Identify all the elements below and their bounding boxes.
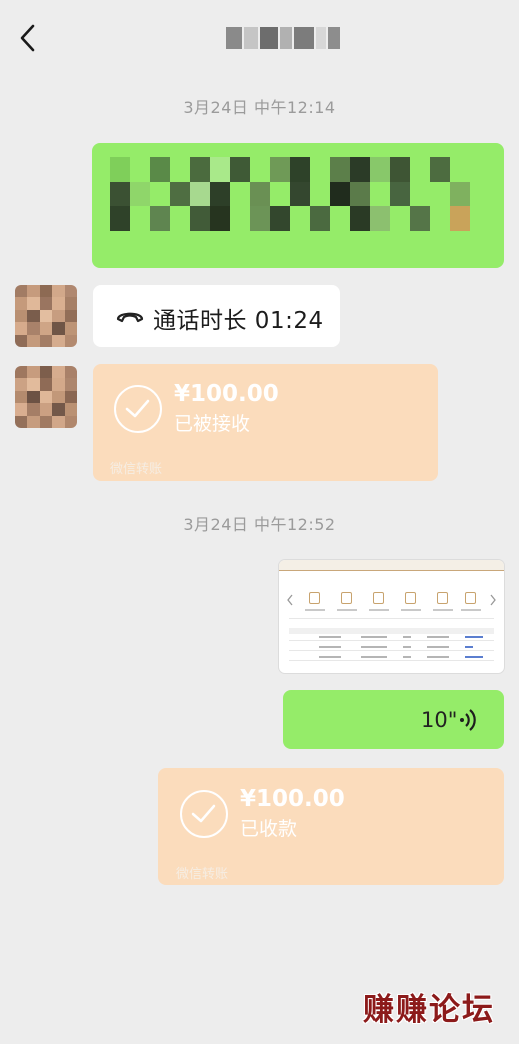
chevron-left-icon — [20, 24, 35, 52]
tool-icon — [341, 592, 352, 604]
contact-avatar[interactable] — [15, 285, 77, 347]
back-button[interactable] — [14, 20, 42, 56]
call-duration-text: 通话时长 01:24 — [153, 308, 324, 334]
call-record-message[interactable]: 通话时长 01:24 — [93, 285, 340, 347]
tool-icon — [437, 592, 448, 604]
transfer-status: 已被接收 — [174, 413, 251, 435]
message-timestamp: 3月24日 中午12:14 — [183, 98, 336, 117]
transfer-footer-label: 微信转账 — [176, 867, 229, 882]
sent-voice-message[interactable]: 10" — [283, 690, 504, 749]
transfer-amount: ¥100.00 — [174, 381, 279, 407]
transfer-footer-label: 微信转账 — [110, 462, 163, 477]
sent-text-message-redacted[interactable] — [92, 143, 504, 268]
message-timestamp: 3月24日 中午12:52 — [183, 515, 336, 534]
tool-icon — [373, 592, 384, 604]
check-circle-icon — [114, 385, 162, 433]
check-circle-icon — [180, 790, 228, 838]
contact-avatar[interactable] — [15, 366, 77, 428]
chat-header — [0, 0, 519, 78]
phone-hangup-icon — [116, 312, 144, 323]
voice-wave-icon — [460, 709, 476, 731]
sent-image-message[interactable] — [279, 560, 504, 673]
forum-watermark: 赚赚论坛 — [363, 992, 495, 1028]
redacted-text-mosaic — [110, 157, 490, 255]
tool-icon — [309, 592, 320, 604]
chat-title-redacted — [226, 24, 356, 52]
chevron-left-icon — [287, 594, 293, 606]
tool-icon — [405, 592, 416, 604]
tool-icon — [465, 592, 476, 604]
chevron-right-icon — [490, 594, 496, 606]
transfer-amount: ¥100.00 — [240, 786, 345, 812]
transfer-sent-card[interactable]: ¥100.00 已收款 微信转账 — [158, 768, 504, 885]
voice-duration: 10" — [421, 708, 458, 732]
transfer-received-card[interactable]: ¥100.00 已被接收 微信转账 — [93, 364, 438, 481]
image-header-bar — [279, 560, 504, 571]
transfer-status: 已收款 — [240, 818, 298, 840]
